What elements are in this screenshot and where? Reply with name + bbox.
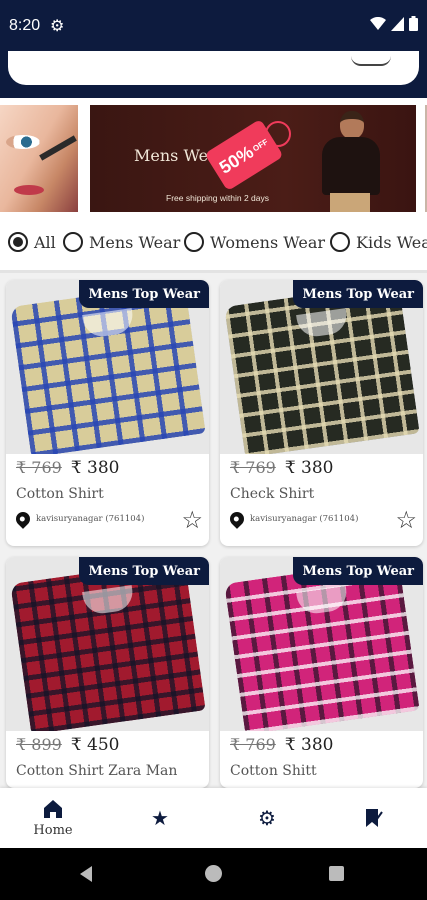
price: ₹ 450 (70, 735, 120, 755)
home-icon (44, 799, 62, 818)
search-icon (351, 56, 391, 66)
old-price: ₹ 899 (16, 735, 62, 754)
radio-icon (184, 232, 204, 252)
model-graphic (316, 111, 386, 212)
shirt-graphic (10, 282, 206, 454)
brush-graphic (39, 135, 77, 161)
star-icon: ★ (151, 806, 169, 830)
filter-label: All (34, 232, 56, 252)
price-row: ₹ 899 ₹ 450 (16, 735, 119, 755)
radio-icon (63, 232, 83, 252)
filter-kids-wear[interactable]: Kids Wear (330, 232, 427, 252)
recents-icon[interactable] (329, 866, 344, 881)
status-icons (370, 16, 418, 31)
category-tag: Mens Top Wear (79, 280, 209, 308)
nav-settings[interactable]: ⚙ (214, 788, 320, 848)
filter-label: Kids Wear (356, 232, 427, 252)
location-text: kavisuryanagar (761104) (36, 514, 145, 524)
filter-label: Mens Wear (89, 232, 181, 252)
shirt-graphic (10, 559, 206, 731)
app-header (0, 51, 427, 98)
banner-subtitle: Free shipping within 2 days (166, 193, 270, 203)
filter-womens-wear[interactable]: Womens Wear (184, 232, 325, 252)
filter-label: Womens Wear (210, 232, 326, 252)
price-row: ₹ 769 ₹ 380 (16, 458, 119, 478)
old-price: ₹ 769 (16, 458, 62, 477)
product-name: Check Shirt (230, 486, 315, 502)
search-input[interactable] (8, 51, 419, 85)
gear-icon: ⚙ (258, 806, 276, 830)
radio-selected-icon (8, 232, 28, 252)
lip-graphic (14, 185, 44, 195)
filter-mens-wear[interactable]: Mens Wear (63, 232, 180, 252)
status-time: 8:20 (9, 17, 41, 34)
radio-icon (330, 232, 350, 252)
divider (0, 270, 427, 273)
banner-carousel[interactable]: Mens Wear 50% OFF Free shipping within 2 … (0, 98, 427, 220)
nav-saved[interactable] (321, 788, 427, 848)
shirt-collar (82, 585, 135, 616)
nav-home-label: Home (33, 822, 73, 838)
location-pin-icon (227, 509, 247, 529)
home-circle-icon[interactable] (205, 865, 222, 882)
product-name: Cotton Shitt (230, 763, 317, 779)
bottom-nav: Home ★ ⚙ (0, 788, 427, 848)
location-text: kavisuryanagar (761104) (250, 514, 359, 524)
category-tag: Mens Top Wear (293, 557, 423, 585)
back-icon[interactable] (80, 866, 92, 882)
model-sweater (322, 137, 380, 195)
nav-favorites[interactable]: ★ (107, 788, 213, 848)
price: ₹ 380 (70, 458, 120, 478)
location-pin-icon (13, 509, 33, 529)
location-row: kavisuryanagar (761104) (13, 509, 145, 529)
shirt-graphic (224, 559, 420, 731)
shirt-graphic (224, 282, 420, 454)
category-tag: Mens Top Wear (79, 557, 209, 585)
makeup-banner[interactable] (0, 105, 78, 212)
price-row: ₹ 769 ₹ 380 (230, 458, 333, 478)
star-icon[interactable]: ☆ (395, 508, 417, 532)
product-card[interactable]: Mens Top Wear ₹ 769 ₹ 380 Cotton Shirt k… (6, 280, 209, 546)
filter-all[interactable]: All (8, 232, 56, 252)
location-row: kavisuryanagar (761104) (227, 509, 359, 529)
discount-badge-off: OFF (250, 136, 270, 153)
product-name: Cotton Shirt (16, 486, 104, 502)
shirt-collar (296, 585, 349, 616)
nav-home[interactable]: Home (0, 788, 106, 848)
eye-graphic (6, 135, 40, 149)
system-nav-bar (0, 848, 427, 900)
old-price: ₹ 769 (230, 735, 276, 754)
product-card[interactable]: Mens Top Wear ₹ 769 ₹ 380 Check Shirt ka… (220, 280, 423, 546)
mens-wear-banner[interactable]: Mens Wear 50% OFF Free shipping within 2 … (90, 105, 416, 212)
star-icon[interactable]: ☆ (181, 508, 203, 532)
shirt-collar (296, 308, 349, 339)
shirt-collar (82, 308, 135, 339)
product-card[interactable]: Mens Top Wear ₹ 899 ₹ 450 Cotton Shirt Z… (6, 557, 209, 788)
old-price: ₹ 769 (230, 458, 276, 477)
price: ₹ 380 (284, 735, 334, 755)
model-head (340, 111, 364, 139)
price: ₹ 380 (284, 458, 334, 478)
product-name: Cotton Shirt Zara Man (16, 763, 178, 779)
bookmark-check-icon (366, 809, 383, 827)
signal-icon (391, 16, 404, 31)
category-filter: All Mens Wear Womens Wear Kids Wear (0, 220, 427, 270)
product-card[interactable]: Mens Top Wear ₹ 769 ₹ 380 Cotton Shitt (220, 557, 423, 788)
gear-icon: ⚙ (50, 16, 65, 35)
battery-icon (409, 16, 418, 31)
model-trousers (330, 193, 370, 212)
status-bar: 8:20 ⚙ (0, 0, 427, 55)
price-row: ₹ 769 ₹ 380 (230, 735, 333, 755)
wifi-icon (370, 16, 386, 30)
category-tag: Mens Top Wear (293, 280, 423, 308)
